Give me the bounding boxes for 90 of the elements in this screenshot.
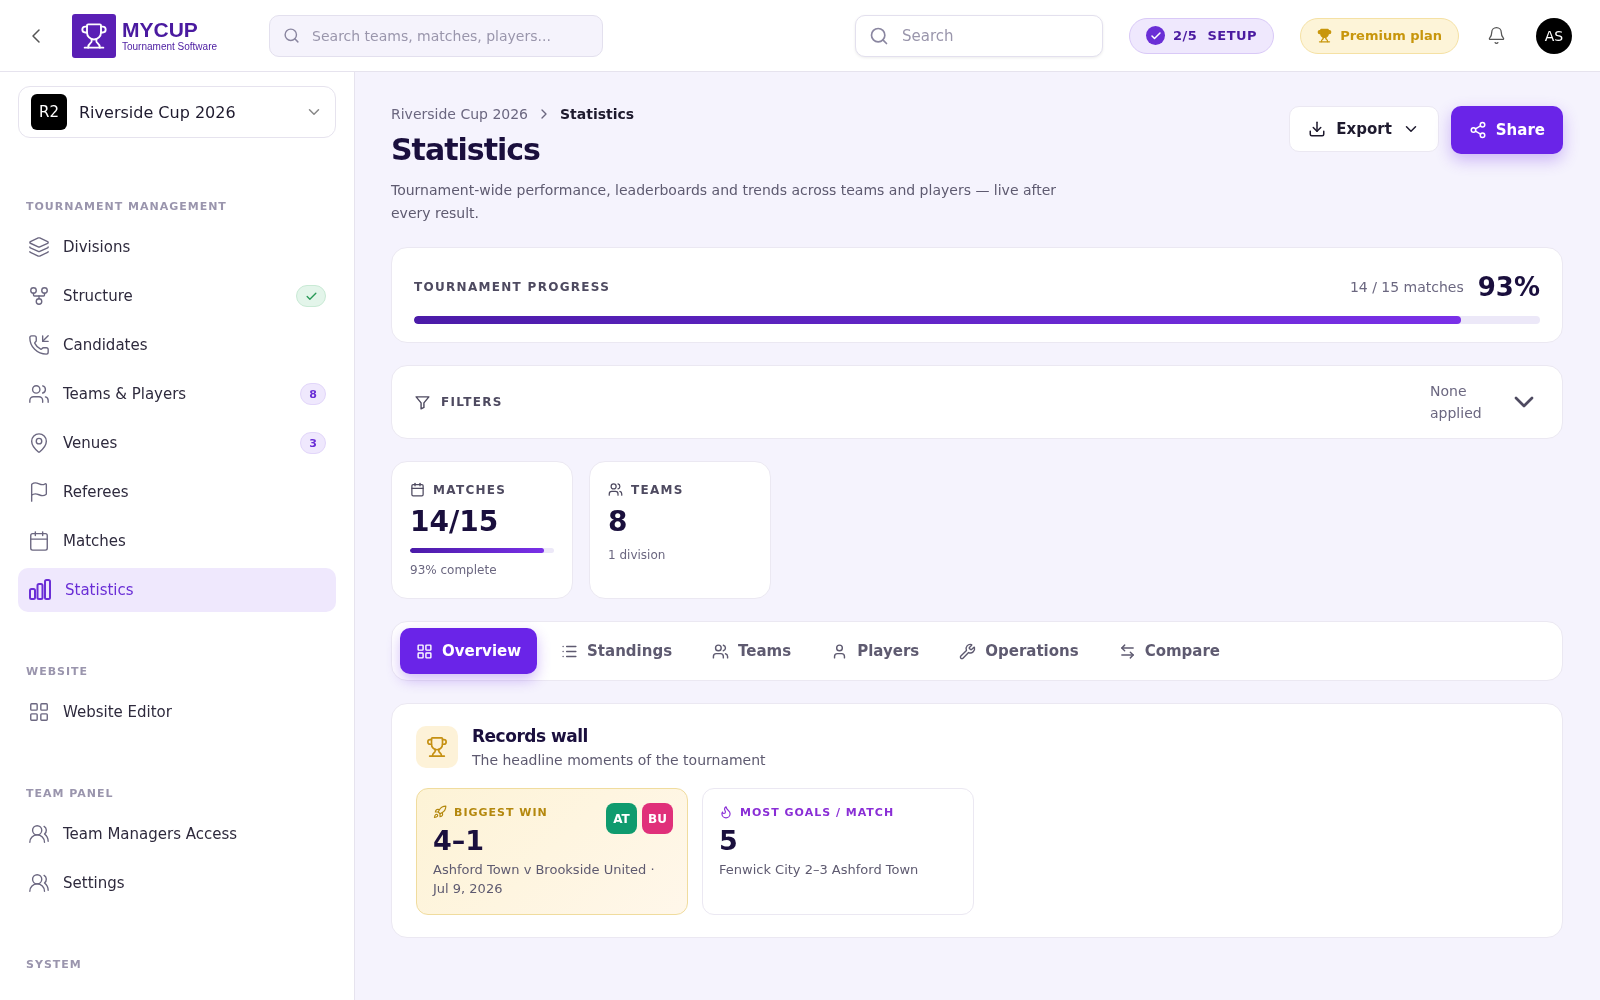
stat-value: 8 xyxy=(608,505,629,538)
trophy-logo-icon xyxy=(72,13,116,58)
trophy-icon xyxy=(1317,28,1333,43)
flame-icon xyxy=(719,805,733,819)
tab[interactable]: Operations xyxy=(943,628,1095,674)
share-button[interactable]: Share xyxy=(1450,106,1563,154)
user-avatar[interactable]: AS xyxy=(1536,17,1572,54)
nav-item[interactable]: Referees xyxy=(18,470,336,514)
fork-icon xyxy=(28,285,50,307)
map-pin-icon xyxy=(28,432,50,454)
people-icon xyxy=(712,642,730,660)
record-label: BIGGEST WIN xyxy=(454,805,548,819)
bell-icon xyxy=(1487,26,1506,45)
flag-icon xyxy=(28,481,50,503)
nav-item[interactable]: Divisions xyxy=(18,225,336,269)
calendar-icon xyxy=(28,530,50,552)
nav-item[interactable]: Candidates xyxy=(18,323,336,367)
nav-item[interactable]: Website Editor xyxy=(18,690,336,734)
people-icon xyxy=(608,482,623,497)
section-heading: WEBSITE xyxy=(26,665,90,678)
rocket-icon xyxy=(433,805,447,819)
tournament-selector[interactable]: R2 Riverside Cup 2026 xyxy=(18,86,336,138)
logo-title: MYCUP xyxy=(122,19,199,41)
section-heading: TEAM PANEL xyxy=(26,787,115,800)
bar-chart-icon xyxy=(28,579,52,601)
count-badge: 3 xyxy=(300,432,326,454)
record-label: MOST GOALS / MATCH xyxy=(740,805,895,819)
group-icon xyxy=(28,872,50,894)
group-icon xyxy=(28,823,50,845)
record-value: 5 xyxy=(719,825,739,856)
progress-reading: 14 / 15 matches xyxy=(1349,279,1464,295)
record-detail: Ashford Town v Brookside United · Jul 9, 2026 xyxy=(433,861,656,898)
trophy-icon xyxy=(416,726,458,768)
download-icon xyxy=(1308,120,1327,138)
nav-item[interactable]: Team Managers Access xyxy=(18,812,336,856)
done-check-icon xyxy=(296,285,326,307)
search-icon xyxy=(869,25,890,46)
notifications-button[interactable] xyxy=(1487,26,1506,45)
share-icon xyxy=(1468,121,1487,139)
tools-icon xyxy=(959,642,977,660)
records-subtitle: The headline moments of the tournament xyxy=(472,752,766,768)
team-badge: AT xyxy=(606,803,637,834)
breadcrumb-current: Statistics xyxy=(560,106,635,122)
page-description: Tournament-wide performance, leaderboards and trends across teams and players — live after every result. xyxy=(391,181,1058,223)
export-button[interactable]: Export xyxy=(1289,106,1439,152)
stat-note: 1 division xyxy=(608,548,667,562)
nav-item[interactable]: Statistics xyxy=(18,568,336,612)
stat-label: TEAMS xyxy=(631,482,684,497)
tab[interactable]: Overview xyxy=(400,628,538,674)
nav-item[interactable]: Matches xyxy=(18,519,336,563)
global-search-field[interactable]: Search teams, matches, players... xyxy=(269,14,604,57)
section-heading: SYSTEM xyxy=(26,958,83,971)
nav-item[interactable]: Venues 3 xyxy=(18,421,336,465)
record-value: 4–1 xyxy=(433,825,486,856)
calendar-icon xyxy=(410,482,425,497)
tab[interactable]: Standings xyxy=(545,628,689,674)
tournament-code: R2 xyxy=(31,94,67,130)
filters-label: FILTERS xyxy=(441,395,504,409)
section-heading: TOURNAMENT MANAGEMENT xyxy=(26,200,228,213)
progress-label: TOURNAMENT PROGRESS xyxy=(414,280,612,294)
filter-icon xyxy=(414,393,431,411)
setup-progress-badge[interactable]: 2/5 SETUP xyxy=(1129,17,1275,54)
grid-icon xyxy=(28,701,50,723)
layers-icon xyxy=(28,236,50,258)
phone-icon xyxy=(28,334,50,356)
search-icon xyxy=(283,27,301,44)
people-icon xyxy=(28,383,50,405)
swap-icon xyxy=(1118,642,1136,660)
stat-value: 14/15 xyxy=(410,505,500,538)
nav-item[interactable]: Settings xyxy=(18,861,336,905)
records-title: Records wall xyxy=(472,726,589,746)
check-icon xyxy=(1146,26,1166,45)
stat-label: MATCHES xyxy=(433,482,507,497)
breadcrumb-link[interactable]: Riverside Cup 2026 xyxy=(391,106,529,122)
progress-percent: 93% xyxy=(1477,272,1540,302)
grid-icon xyxy=(416,642,433,660)
tab[interactable]: Players xyxy=(815,628,936,674)
page-title: Statistics xyxy=(391,132,541,167)
count-badge: 8 xyxy=(300,383,326,405)
logo-subtitle: Tournament Software xyxy=(122,41,218,52)
tab[interactable]: Teams xyxy=(696,628,808,674)
tab[interactable]: Compare xyxy=(1102,628,1236,674)
filters-status: None applied xyxy=(1430,382,1483,423)
stat-note: 93% complete xyxy=(410,563,498,577)
record-detail: Fenwick City 2–3 Ashford Town xyxy=(719,861,920,879)
nav-item[interactable]: Structure xyxy=(18,274,336,318)
filters-panel[interactable]: FILTERS None applied xyxy=(391,365,1563,439)
nav-item[interactable]: Teams & Players 8 xyxy=(18,372,336,416)
team-badge: BU xyxy=(642,803,673,834)
search-field[interactable]: Search xyxy=(855,14,1104,57)
